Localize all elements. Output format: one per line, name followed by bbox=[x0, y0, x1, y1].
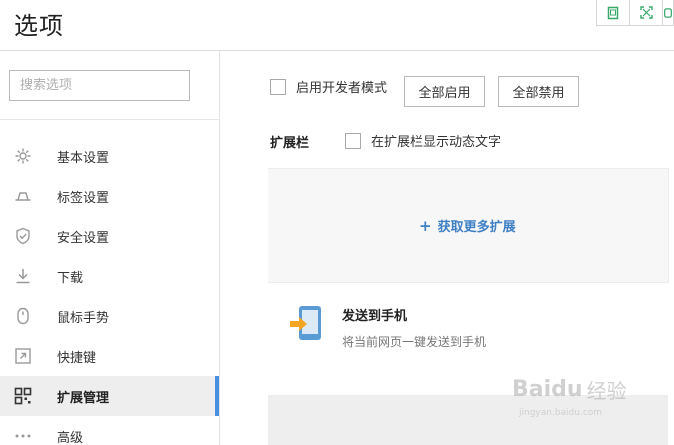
show-animated-text-checkbox[interactable] bbox=[345, 132, 361, 149]
sidebar: 基本设置 标签设置 安全设置 bbox=[0, 51, 220, 445]
options-page: 选项 搜索选项 基本设置 标签设置 安全设置 下载 鼠标手势 快捷键 扩展管理 … bbox=[0, 0, 674, 445]
show-animated-text-row: 在扩展栏显示动态文字 bbox=[345, 131, 501, 150]
restore-button[interactable] bbox=[596, 0, 630, 26]
pin-icon bbox=[664, 7, 672, 18]
header: 选项 bbox=[0, 0, 674, 51]
sidebar-item-label: 高级 bbox=[57, 430, 84, 445]
sidebar-item-basic[interactable]: 基本设置 bbox=[0, 136, 219, 176]
baidu-watermark: Baidu 经验 bbox=[512, 375, 627, 404]
sidebar-item-download[interactable]: 下载 bbox=[0, 256, 219, 296]
mouse-icon bbox=[14, 307, 32, 325]
get-more-panel: + 获取更多扩展 bbox=[268, 168, 669, 283]
pin-button[interactable] bbox=[662, 0, 674, 26]
fullscreen-icon bbox=[639, 6, 653, 19]
watermark-sub: jingyan.baidu.com bbox=[519, 408, 603, 418]
show-animated-text-label: 在扩展栏显示动态文字 bbox=[371, 135, 502, 150]
watermark-text: Baidu bbox=[512, 377, 583, 402]
sidebar-item-label: 快捷键 bbox=[57, 350, 97, 366]
download-icon bbox=[14, 267, 32, 285]
sidebar-item-security[interactable]: 安全设置 bbox=[0, 216, 219, 256]
restore-icon bbox=[607, 6, 619, 19]
search-input[interactable] bbox=[9, 70, 190, 101]
disable-all-button[interactable]: 全部禁用 bbox=[498, 76, 579, 107]
developer-mode-row: 启用开发者模式 bbox=[270, 77, 387, 96]
extension-bar-title: 扩展栏 bbox=[270, 136, 310, 151]
sidebar-item-extensions[interactable]: 扩展管理 bbox=[0, 376, 219, 416]
sidebar-item-label: 鼠标手势 bbox=[57, 310, 110, 326]
shortcut-icon bbox=[14, 347, 32, 365]
extension-description: 将当前网页一键发送到手机 bbox=[342, 335, 487, 349]
sidebar-item-shortcuts[interactable]: 快捷键 bbox=[0, 336, 219, 376]
developer-mode-checkbox[interactable] bbox=[270, 78, 286, 95]
sidebar-item-label: 下载 bbox=[57, 270, 84, 286]
sidebar-item-label: 标签设置 bbox=[57, 190, 110, 206]
plus-icon: + bbox=[419, 216, 432, 235]
grid-icon bbox=[14, 387, 32, 405]
enable-all-button[interactable]: 全部启用 bbox=[404, 76, 485, 107]
tab-icon bbox=[14, 187, 32, 205]
sidebar-item-tabs[interactable]: 标签设置 bbox=[0, 176, 219, 216]
sidebar-item-label: 安全设置 bbox=[57, 230, 110, 246]
watermark-cn: 经验 bbox=[586, 379, 627, 403]
fullscreen-button[interactable] bbox=[629, 0, 663, 26]
sidebar-item-label: 基本设置 bbox=[57, 150, 110, 166]
window-buttons bbox=[596, 0, 674, 26]
sidebar-divider bbox=[0, 119, 219, 120]
sidebar-item-advanced[interactable]: 高级 bbox=[0, 416, 219, 445]
sidebar-nav: 基本设置 标签设置 安全设置 下载 鼠标手势 快捷键 扩展管理 高级 bbox=[0, 136, 219, 445]
gear-icon bbox=[14, 147, 32, 165]
sidebar-item-mouse-gesture[interactable]: 鼠标手势 bbox=[0, 296, 219, 336]
get-more-label: 获取更多扩展 bbox=[437, 220, 516, 235]
shield-check-icon bbox=[14, 227, 32, 245]
sidebar-item-label: 扩展管理 bbox=[57, 390, 110, 406]
send-to-phone-icon bbox=[290, 306, 321, 340]
more-icon bbox=[14, 427, 32, 445]
page-title: 选项 bbox=[14, 12, 64, 40]
get-more-extensions-link[interactable]: + 获取更多扩展 bbox=[419, 216, 516, 236]
extension-name: 发送到手机 bbox=[342, 309, 408, 324]
developer-mode-label: 启用开发者模式 bbox=[296, 81, 388, 96]
